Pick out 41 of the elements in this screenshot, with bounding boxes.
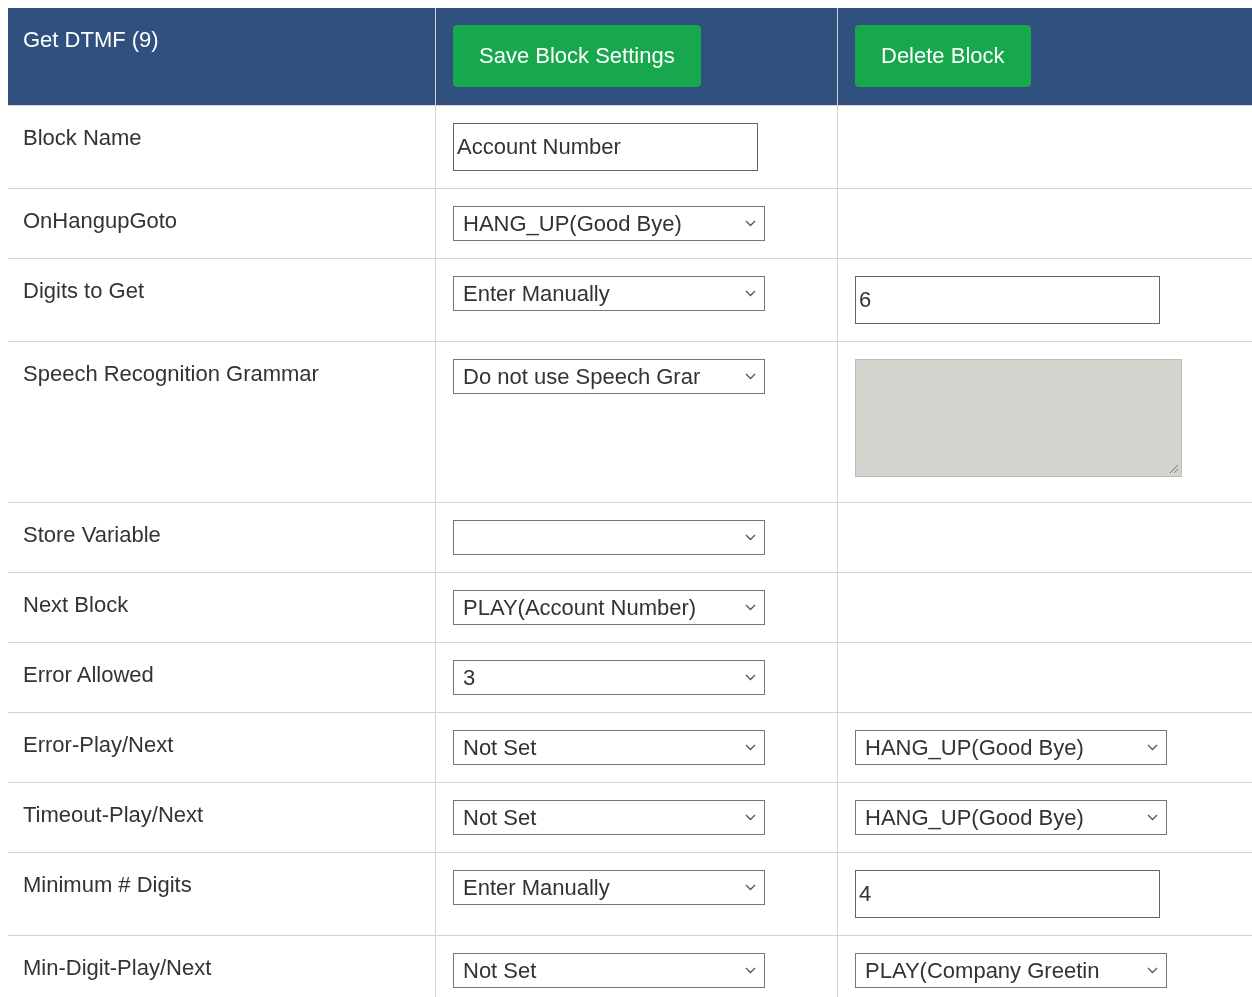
field-label: Error-Play/Next bbox=[23, 732, 174, 757]
caret-icon bbox=[745, 674, 756, 681]
caret-icon bbox=[745, 814, 756, 821]
caret-icon bbox=[1147, 744, 1158, 751]
dropdown[interactable]: Not Set bbox=[453, 730, 765, 765]
caret-icon bbox=[745, 884, 756, 891]
dropdown[interactable]: HANG_UP(Good Bye) bbox=[453, 206, 765, 241]
field-label: Min-Digit-Play/Next bbox=[23, 955, 212, 980]
text-field[interactable]: Account Number bbox=[453, 123, 758, 171]
dropdown[interactable]: PLAY(Company Greetin bbox=[855, 953, 1167, 988]
field-label: Timeout-Play/Next bbox=[23, 802, 204, 827]
field-label: Error Allowed bbox=[23, 662, 154, 687]
field-label: Store Variable bbox=[23, 522, 161, 547]
dropdown[interactable]: HANG_UP(Good Bye) bbox=[855, 730, 1167, 765]
dropdown[interactable]: Enter Manually bbox=[453, 870, 765, 905]
block-title: Get DTMF (9) bbox=[23, 27, 159, 52]
caret-icon bbox=[745, 604, 756, 611]
caret-icon bbox=[745, 967, 756, 974]
dropdown[interactable]: Not Set bbox=[453, 953, 765, 988]
field-label: Minimum # Digits bbox=[23, 872, 192, 897]
caret-icon bbox=[745, 373, 756, 380]
field-label: Block Name bbox=[23, 125, 142, 150]
caret-icon bbox=[1147, 967, 1158, 974]
caret-icon bbox=[1147, 814, 1158, 821]
field-label: Next Block bbox=[23, 592, 129, 617]
dropdown[interactable]: 3 bbox=[453, 660, 765, 695]
field-label: Digits to Get bbox=[23, 278, 145, 303]
dropdown[interactable] bbox=[453, 520, 765, 555]
caret-icon bbox=[745, 534, 756, 541]
dropdown[interactable]: Do not use Speech Grar bbox=[453, 359, 765, 394]
dropdown[interactable]: Enter Manually bbox=[453, 276, 765, 311]
dropdown[interactable]: PLAY(Account Number) bbox=[453, 590, 765, 625]
caret-icon bbox=[745, 220, 756, 227]
text-field[interactable]: 4 bbox=[855, 870, 1160, 918]
caret-icon bbox=[745, 744, 756, 751]
dropdown[interactable]: Not Set bbox=[453, 800, 765, 835]
field-label: Speech Recognition Grammar bbox=[23, 361, 319, 386]
text-field[interactable]: 6 bbox=[855, 276, 1160, 324]
caret-icon bbox=[745, 290, 756, 297]
field-label: OnHangupGoto bbox=[23, 208, 178, 233]
dropdown[interactable]: HANG_UP(Good Bye) bbox=[855, 800, 1167, 835]
